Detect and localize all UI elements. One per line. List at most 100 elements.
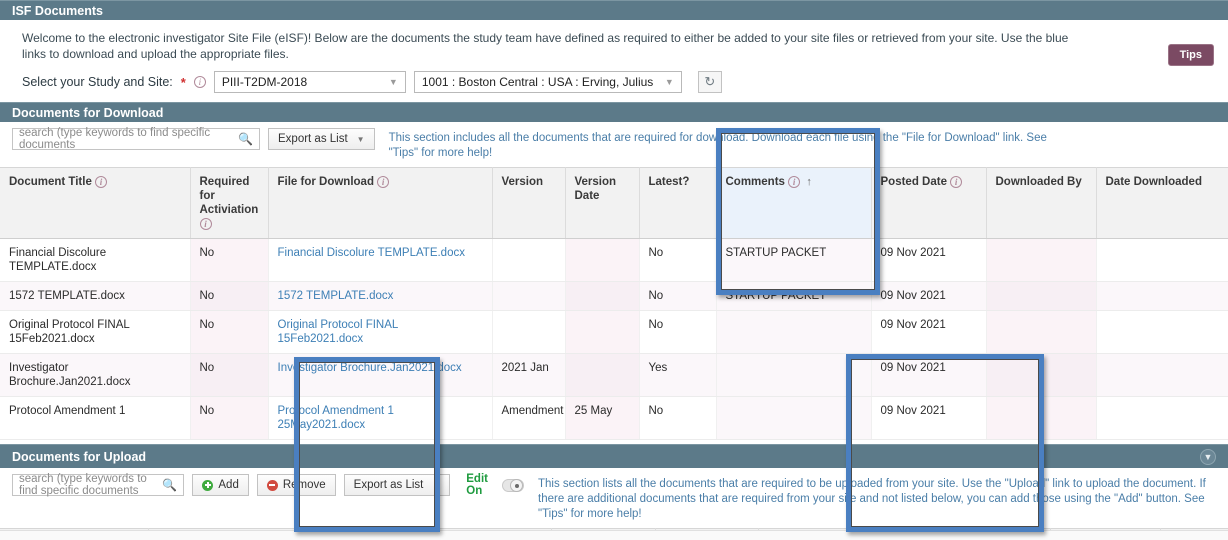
cell-title: Original Protocol FINAL 15Feb2021.docx <box>0 310 191 354</box>
cell-downloaded-by <box>986 281 1097 311</box>
info-icon[interactable]: i <box>199 217 212 230</box>
download-file-link[interactable]: Original Protocol FINAL 15Feb2021.docx <box>278 319 398 345</box>
cell-title: Protocol Amendment 1 <box>0 396 191 440</box>
cell-downloaded-by <box>986 310 1097 354</box>
upload-section-header: Documents for Upload ▼ <box>0 444 1228 468</box>
cell-version: 2021 Jan <box>492 353 566 397</box>
cell-version <box>492 310 566 354</box>
remove-label: Remove <box>282 479 326 491</box>
download-table: Document Title i Required for Activiatio… <box>0 167 1228 440</box>
cell-latest: Yes <box>639 353 717 397</box>
col-downloaded-by[interactable]: Downloaded By <box>986 167 1097 239</box>
chevron-down-icon: ▼ <box>388 77 398 87</box>
cell-posted: 09 Nov 2021 <box>871 238 987 282</box>
chevron-down-icon[interactable]: ▼ <box>1200 448 1216 465</box>
col-date-downloaded[interactable]: Date Downloaded <box>1096 167 1228 239</box>
table-row[interactable]: Investigator Brochure.Jan2021.docx No In… <box>0 353 1228 397</box>
toggle-knob <box>510 478 523 492</box>
upload-export-as-list-button[interactable]: Export as List ▼ <box>343 474 451 496</box>
col-label: Latest? <box>648 176 690 188</box>
cell-required: No <box>190 353 269 397</box>
site-select[interactable]: 1001 : Boston Central : USA : Erving, Ju… <box>413 71 682 93</box>
download-section-title: Documents for Download <box>12 105 164 120</box>
cell-latest: No <box>639 396 717 440</box>
edit-on-label: Edit On <box>466 473 488 497</box>
add-icon <box>202 479 214 491</box>
cell-comments <box>716 353 872 397</box>
col-version-date[interactable]: Version Date <box>565 167 640 239</box>
edit-mode-toggle[interactable] <box>501 478 524 492</box>
download-section-header: Documents for Download <box>0 102 1228 122</box>
cell-title: 1572 TEMPLATE.docx <box>0 281 191 311</box>
download-file-link[interactable]: Financial Discolure TEMPLATE.docx <box>278 247 465 259</box>
remove-button[interactable]: Remove <box>256 474 336 496</box>
cell-date-downloaded <box>1096 353 1228 397</box>
cell-file: Original Protocol FINAL 15Feb2021.docx <box>268 310 493 354</box>
table-row[interactable]: Original Protocol FINAL 15Feb2021.docx N… <box>0 310 1228 354</box>
download-toolbar: search (type keywords to find specific d… <box>0 122 1228 167</box>
col-label: Downloaded By <box>995 176 1082 188</box>
cell-comments: STARTUP PACKET <box>716 238 872 282</box>
col-label: Comments <box>725 176 785 188</box>
tips-button[interactable]: Tips <box>1167 44 1214 66</box>
download-search-placeholder: search (type keywords to find specific d… <box>19 127 211 151</box>
table-row[interactable]: Protocol Amendment 1 No Protocol Amendme… <box>0 396 1228 440</box>
info-icon[interactable]: i <box>95 175 108 188</box>
chevron-down-icon: ▼ <box>356 134 365 144</box>
download-file-link[interactable]: 1572 TEMPLATE.docx <box>278 290 394 302</box>
study-site-selector-row: Select your Study and Site: * i PIII-T2D… <box>0 62 1228 102</box>
search-icon: 🔍 <box>238 132 253 146</box>
upload-search-placeholder: search (type keywords to find specific d… <box>19 473 147 497</box>
col-version[interactable]: Version <box>492 167 566 239</box>
table-row[interactable]: 1572 TEMPLATE.docx No 1572 TEMPLATE.docx… <box>0 281 1228 311</box>
table-row[interactable]: Financial Discolure TEMPLATE.docx No Fin… <box>0 238 1228 282</box>
cell-date-downloaded <box>1096 238 1228 282</box>
bottom-strip <box>0 530 1228 540</box>
info-icon[interactable]: i <box>950 175 963 188</box>
col-label: Document Title <box>9 176 92 188</box>
chevron-down-icon: ▼ <box>432 480 441 490</box>
upload-section-title: Documents for Upload <box>12 449 147 464</box>
download-file-link[interactable]: Protocol Amendment 1 25May2021.docx <box>278 405 394 431</box>
col-file-for-download[interactable]: File for Download i <box>268 167 493 239</box>
refresh-icon[interactable]: ↻ <box>697 71 722 93</box>
col-document-title[interactable]: Document Title i <box>0 167 191 239</box>
col-comments[interactable]: Comments i ↑ <box>716 167 872 239</box>
study-select[interactable]: PIII-T2DM-2018 ▼ <box>213 71 406 93</box>
download-export-as-list-button[interactable]: Export as List ▼ <box>268 128 375 150</box>
add-button[interactable]: Add <box>192 474 249 496</box>
sort-ascending-icon: ↑ <box>806 176 812 188</box>
cell-version-date <box>565 353 640 397</box>
window-title-bar: ISF Documents <box>0 0 1228 20</box>
cell-file: Financial Discolure TEMPLATE.docx <box>268 238 493 282</box>
upload-hint-text: This section lists all the documents tha… <box>538 478 1206 520</box>
col-latest[interactable]: Latest? <box>639 167 717 239</box>
intro-block: Welcome to the electronic investigator S… <box>0 20 1228 66</box>
col-label: Date Downloaded <box>1105 176 1202 188</box>
col-label: Version <box>501 176 544 188</box>
cell-posted: 09 Nov 2021 <box>871 310 987 354</box>
upload-search-input[interactable]: search (type keywords to find specific d… <box>12 473 185 497</box>
remove-icon <box>266 479 278 491</box>
info-icon[interactable]: i <box>193 76 206 88</box>
download-hint-text: This section includes all the documents … <box>388 132 1047 159</box>
col-label: Posted Date <box>880 176 947 188</box>
download-file-link[interactable]: Investigator Brochure.Jan2021.docx <box>278 362 462 374</box>
col-posted-date[interactable]: Posted Date i <box>871 167 987 239</box>
add-label: Add <box>218 479 239 491</box>
info-icon[interactable]: i <box>788 175 801 188</box>
cell-date-downloaded <box>1096 281 1228 311</box>
cell-posted: 09 Nov 2021 <box>871 396 987 440</box>
col-required-for-activiation[interactable]: Required for Activiation i <box>190 167 269 239</box>
edit-mode-toggle-group: Edit On <box>466 473 524 497</box>
cell-required: No <box>190 310 269 354</box>
chevron-down-icon: ▼ <box>664 77 674 87</box>
site-select-value: 1001 : Boston Central : USA : Erving, Ju… <box>421 75 654 89</box>
cell-title: Financial Discolure TEMPLATE.docx <box>0 238 191 282</box>
col-label: Required for Activiation <box>199 176 259 216</box>
info-icon[interactable]: i <box>377 175 390 188</box>
cell-downloaded-by <box>986 238 1097 282</box>
cell-version-date <box>565 238 640 282</box>
download-search-input[interactable]: search (type keywords to find specific d… <box>12 127 260 151</box>
study-select-value: PIII-T2DM-2018 <box>221 75 308 89</box>
